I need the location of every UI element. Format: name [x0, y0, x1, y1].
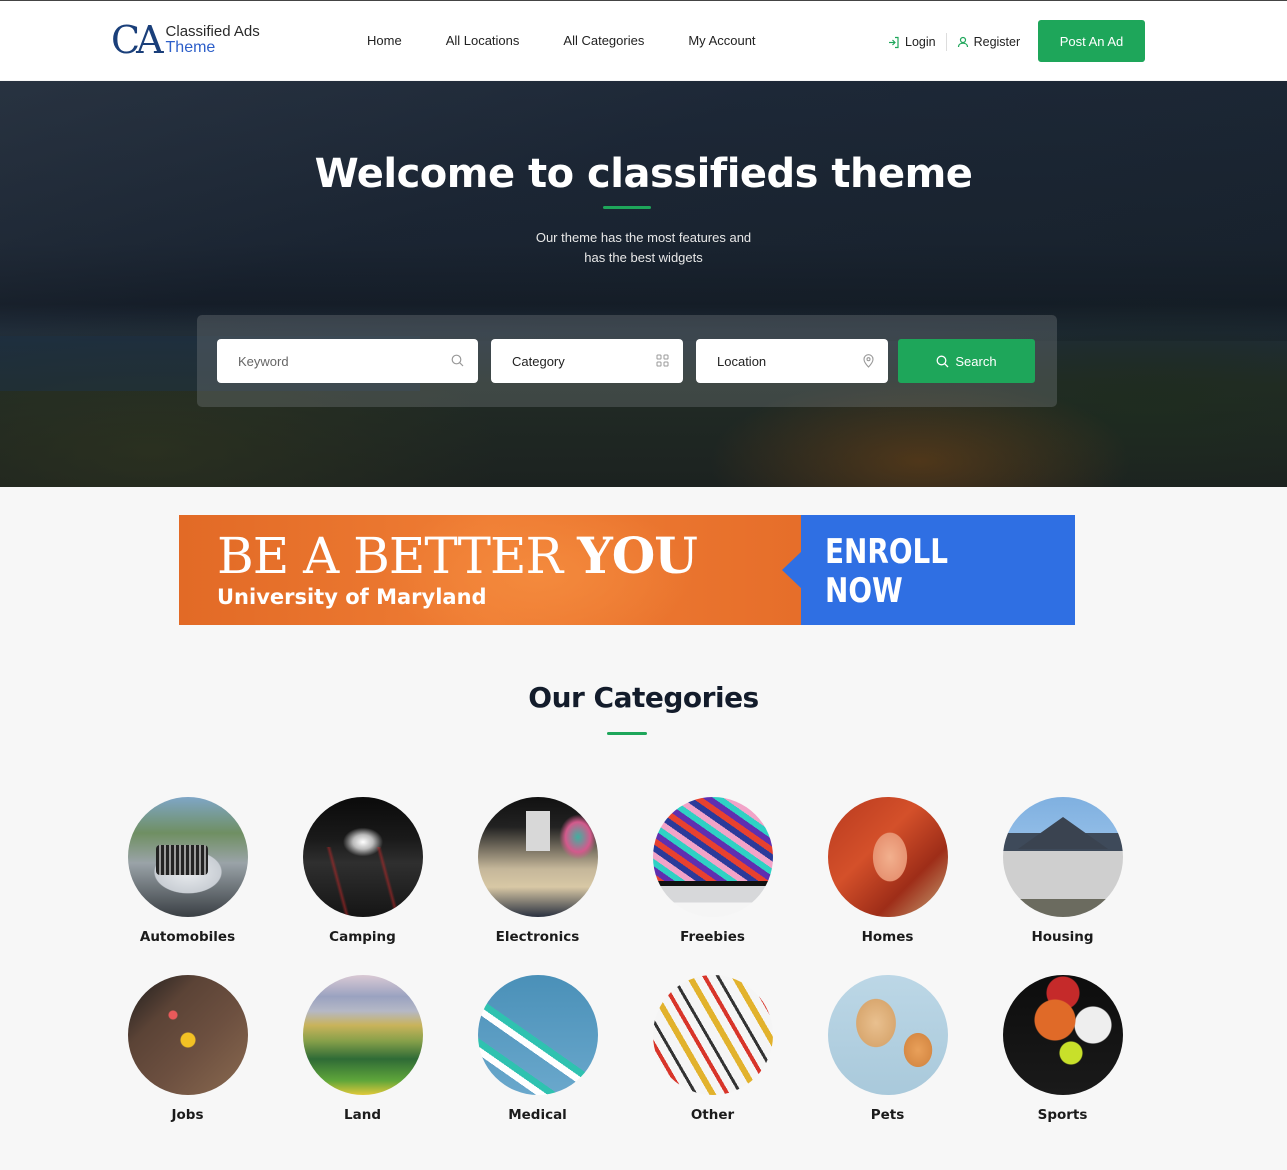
logo-line1: Classified Ads — [165, 23, 260, 40]
category-label: Other — [690, 1107, 735, 1123]
category-label: Automobiles — [139, 929, 236, 945]
logo-line2: Theme — [165, 39, 216, 56]
category-image-sports — [1002, 975, 1123, 1095]
category-image-electronics — [477, 797, 598, 917]
category-image-automobiles — [127, 797, 248, 917]
category-label: Medical — [508, 1107, 567, 1123]
logo-mark: CA — [111, 18, 163, 62]
category-image-land — [302, 975, 423, 1095]
search-panel: Category Location Search — [197, 315, 1057, 407]
category-label: Housing — [1031, 929, 1094, 945]
search-icon — [936, 355, 949, 367]
register-label: Register — [973, 35, 1021, 49]
category-medical[interactable]: Medical — [450, 975, 625, 1123]
login-link[interactable]: Login — [888, 35, 936, 49]
register-link[interactable]: Register — [957, 35, 1021, 49]
category-image-freebies — [652, 797, 773, 917]
category-land[interactable]: Land — [275, 975, 450, 1123]
keyword-field[interactable] — [217, 339, 478, 383]
login-label: Login — [905, 35, 936, 49]
category-label: Jobs — [171, 1107, 204, 1123]
hero-subtitle-line1: Our theme has the most features and — [535, 230, 752, 245]
map-pin-icon — [863, 354, 874, 368]
auth-links: Login Register — [888, 33, 1020, 51]
ad-headline-thin: BE A BETTER — [217, 527, 563, 585]
hero-subtitle: Our theme has the most features and has … — [0, 228, 1287, 268]
category-image-pets — [827, 975, 948, 1095]
categories-title-underline — [607, 732, 647, 735]
main-nav: Home All Locations All Categories My Acc… — [367, 33, 800, 48]
location-select-value: Location — [717, 353, 767, 369]
category-image-jobs — [127, 975, 248, 1095]
nav-all-locations[interactable]: All Locations — [446, 33, 520, 48]
nav-all-categories[interactable]: All Categories — [563, 33, 644, 48]
category-image-housing — [1002, 797, 1123, 917]
logo-text: Classified Ads Theme — [166, 24, 260, 56]
ad-banner-subline: University of Maryland — [217, 585, 487, 609]
post-ad-button[interactable]: Post An Ad — [1038, 20, 1145, 62]
category-electronics[interactable]: Electronics — [450, 797, 625, 945]
category-other[interactable]: Other — [625, 975, 800, 1123]
ad-banner-headline: BE A BETTER YOU — [217, 526, 698, 586]
site-logo[interactable]: CA Classified Ads Theme — [111, 21, 260, 59]
category-camping[interactable]: Camping — [275, 797, 450, 945]
category-automobiles[interactable]: Automobiles — [100, 797, 275, 945]
grid-icon — [656, 354, 669, 367]
category-select-value: Category — [512, 353, 565, 369]
ad-banner-cta[interactable]: ENROLL NOW — [825, 533, 948, 611]
search-button[interactable]: Search — [898, 339, 1035, 383]
hero-subtitle-line2: has the best widgets — [584, 250, 703, 265]
search-icon — [451, 354, 464, 367]
hero-title: Welcome to classifieds theme — [314, 151, 973, 197]
keyword-input[interactable] — [238, 353, 430, 369]
ad-cta-line2: NOW — [825, 571, 903, 611]
category-label: Land — [344, 1107, 381, 1123]
category-label: Sports — [1037, 1107, 1088, 1123]
hero-background-mountain — [0, 81, 1287, 341]
nav-home[interactable]: Home — [367, 33, 402, 48]
category-image-camping — [302, 797, 423, 917]
auth-divider — [945, 33, 947, 51]
categories-title: Our Categories — [528, 681, 759, 714]
category-jobs[interactable]: Jobs — [100, 975, 275, 1123]
category-freebies[interactable]: Freebies — [625, 797, 800, 945]
site-header: CA Classified Ads Theme Home All Locatio… — [0, 1, 1287, 80]
category-housing[interactable]: Housing — [975, 797, 1150, 945]
category-label: Pets — [870, 1107, 905, 1123]
category-image-homes — [827, 797, 948, 917]
login-icon — [889, 36, 899, 48]
ad-banner-arrow — [782, 551, 802, 589]
search-button-label: Search — [955, 353, 997, 369]
category-image-other — [652, 975, 773, 1095]
location-select[interactable]: Location — [696, 339, 888, 383]
category-label: Camping — [329, 929, 396, 945]
category-image-medical — [477, 975, 598, 1095]
ad-banner[interactable]: BE A BETTER YOU University of Maryland E… — [179, 515, 1075, 625]
user-icon — [957, 36, 968, 48]
category-label: Freebies — [680, 929, 745, 945]
category-select[interactable]: Category — [491, 339, 683, 383]
ad-headline-bold: YOU — [577, 526, 698, 585]
nav-my-account[interactable]: My Account — [688, 33, 755, 48]
category-pets[interactable]: Pets — [800, 975, 975, 1123]
category-label: Electronics — [495, 929, 580, 945]
category-sports[interactable]: Sports — [975, 975, 1150, 1123]
hero-section: Welcome to classifieds theme Our theme h… — [0, 81, 1287, 487]
category-label: Homes — [861, 929, 914, 945]
hero-title-underline — [603, 206, 651, 209]
ad-cta-line1: ENROLL — [825, 532, 949, 572]
category-homes[interactable]: Homes — [800, 797, 975, 945]
